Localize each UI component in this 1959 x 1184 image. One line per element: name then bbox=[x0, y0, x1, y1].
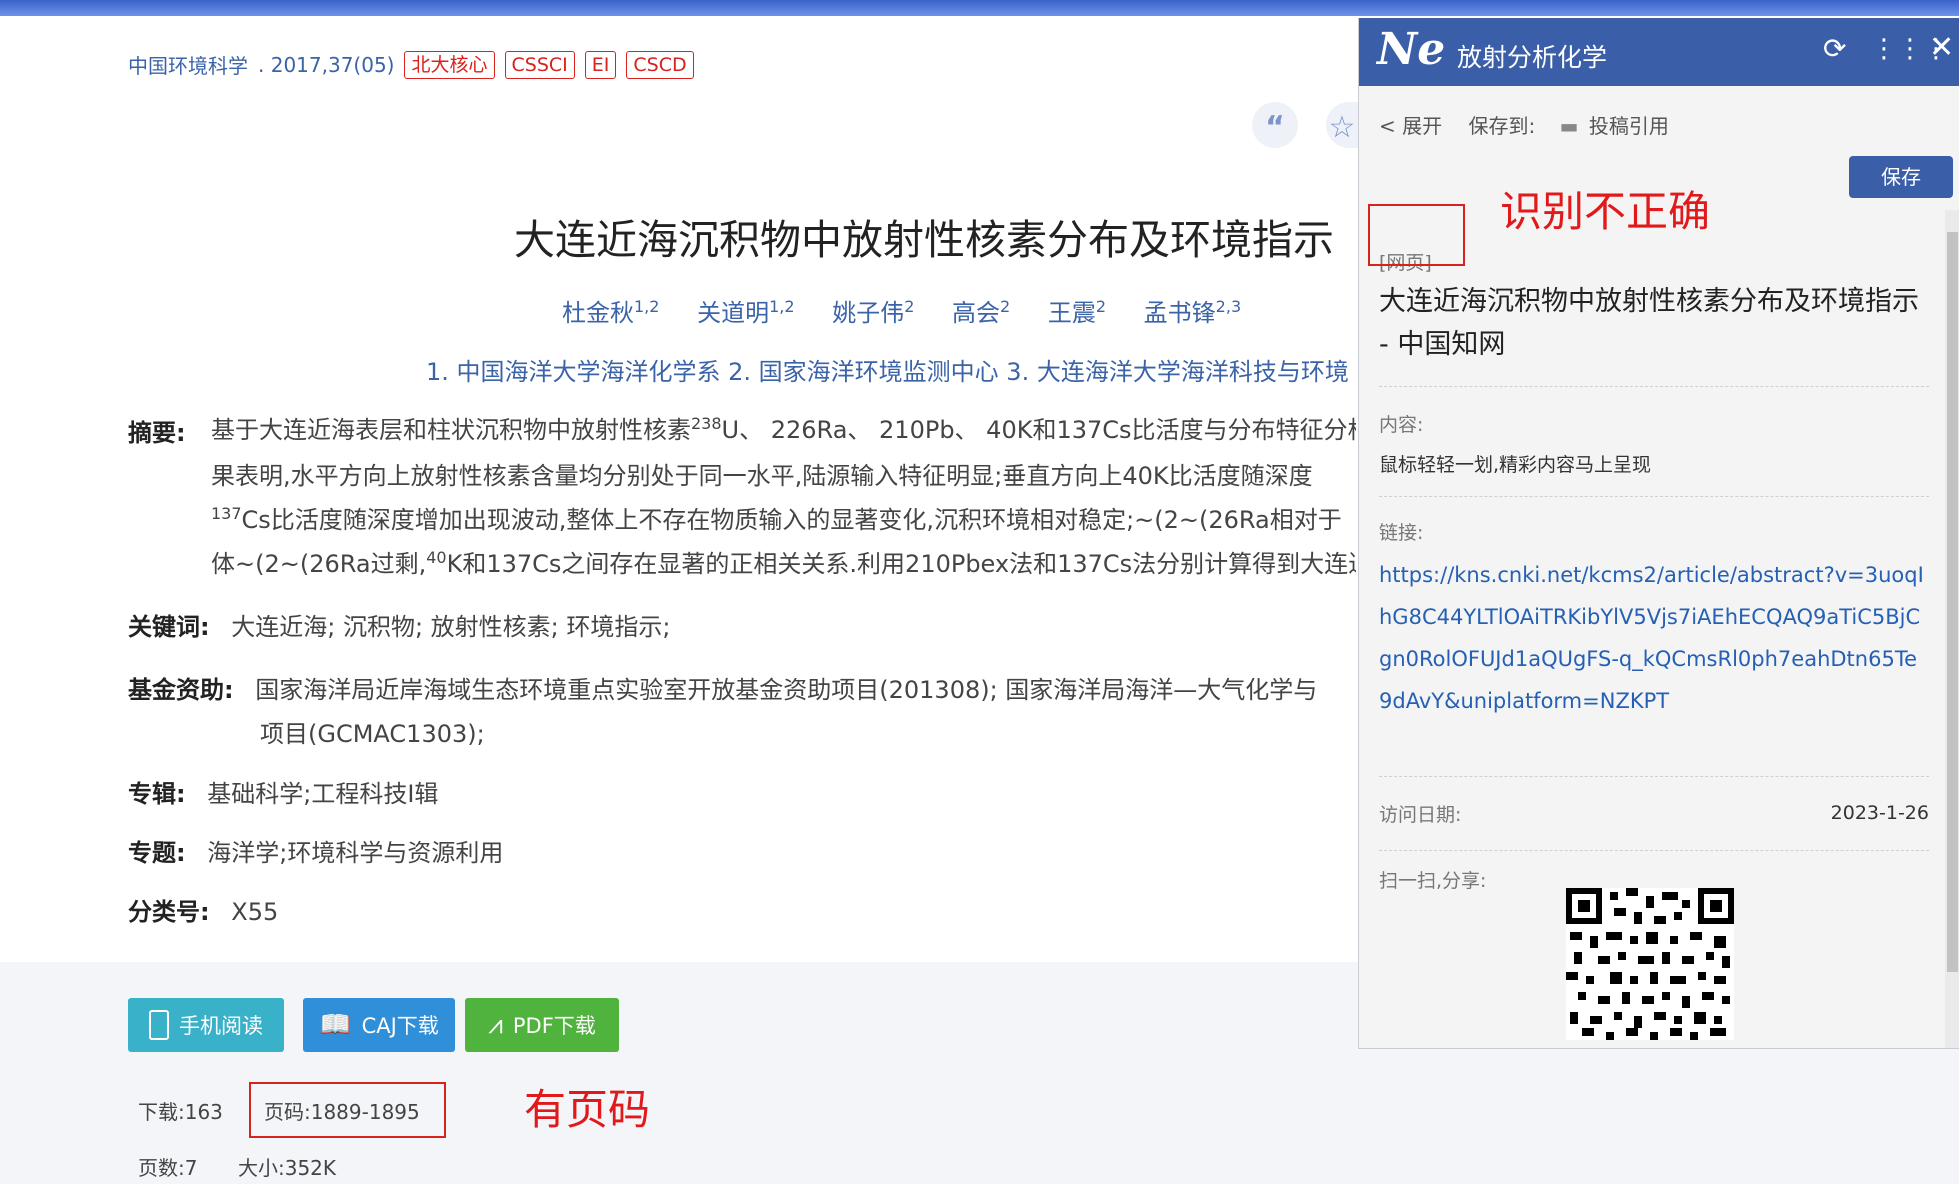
cite-quote-icon[interactable]: “ bbox=[1252, 102, 1298, 148]
panel-header: Ne 放射分析化学 ⟳ ⋮⋮⋮ ✕ bbox=[1359, 18, 1959, 86]
divider bbox=[1379, 386, 1929, 387]
tag-cssci: CSSCI bbox=[504, 50, 575, 79]
panel-toolbar: < 展开 保存到: ▬ 投稿引用 bbox=[1379, 110, 1669, 139]
content-text: 鼠标轻轻一划,精彩内容马上呈现 bbox=[1379, 454, 1652, 476]
save-to-label: 保存到: bbox=[1468, 114, 1536, 138]
panel-scrollbar[interactable] bbox=[1945, 210, 1959, 1048]
library-name: 放射分析化学 bbox=[1457, 43, 1608, 72]
type-tag-highlight-box bbox=[1368, 204, 1465, 266]
article-title: 大连近海沉积物中放射性核素分布及环境指示 bbox=[514, 216, 1334, 264]
folder-icon: ▬ bbox=[1559, 114, 1579, 138]
share-qr-code bbox=[1566, 888, 1734, 1040]
author-list: 杜金秋1,2 关道明1,2 姚子伟2 高会2 王震2 孟书锋2,3 bbox=[562, 293, 1271, 328]
album-value: 基础科学;工程科技Ⅰ辑 bbox=[207, 780, 439, 808]
share-label: 扫一扫,分享: bbox=[1379, 870, 1487, 892]
ne-logo: Ne bbox=[1377, 24, 1446, 75]
page-count: 页数:7 bbox=[138, 1156, 198, 1180]
mobile-read-button[interactable]: 手机阅读 bbox=[128, 998, 284, 1052]
folder-select[interactable]: 投稿引用 bbox=[1589, 114, 1669, 138]
class-row: 分类号: X55 bbox=[128, 892, 278, 927]
album-label: 专辑: bbox=[128, 780, 186, 808]
divider bbox=[1379, 850, 1929, 851]
class-label: 分类号: bbox=[128, 898, 210, 926]
class-value: X55 bbox=[231, 898, 279, 926]
keywords-links[interactable]: 大连近海; 沉积物; 放射性核素; 环境指示; bbox=[231, 613, 670, 641]
book-icon: 📖 bbox=[319, 1010, 352, 1040]
divider bbox=[1379, 496, 1929, 497]
topic-label: 专题: bbox=[128, 839, 186, 867]
author-link[interactable]: 高会2 bbox=[952, 297, 1010, 327]
pdf-download-button[interactable]: ⩘ PDF下载 bbox=[465, 998, 619, 1052]
keywords-row: 关键词: 大连近海; 沉积物; 放射性核素; 环境指示; bbox=[128, 607, 670, 642]
journal-info: 中国环境科学 . 2017,37(05) 北大核心 CSSCI EI CSCD bbox=[128, 50, 694, 79]
journal-name-link[interactable]: 中国环境科学 bbox=[128, 50, 248, 79]
scroll-thumb[interactable] bbox=[1947, 232, 1958, 972]
save-button[interactable]: 保存 bbox=[1849, 156, 1953, 198]
page-range-highlight-box bbox=[249, 1082, 446, 1138]
has-page-annotation: 有页码 bbox=[524, 1085, 651, 1134]
tag-ei: EI bbox=[584, 50, 617, 79]
content-label: 内容: bbox=[1379, 414, 1424, 436]
author-link[interactable]: 杜金秋1,2 bbox=[562, 297, 659, 327]
journal-issue-link[interactable]: . 2017,37(05) bbox=[258, 53, 394, 77]
author-link[interactable]: 王震2 bbox=[1048, 297, 1106, 327]
fund-row: 基金资助: 国家海洋局近岸海域生态环境重点实验室开放基金资助项目(201308)… bbox=[128, 670, 1356, 705]
topic-row: 专题: 海洋学;环境科学与资源利用 bbox=[128, 833, 503, 868]
tag-cscd: CSCD bbox=[626, 50, 694, 79]
entry-link[interactable]: https://kns.cnki.net/kcms2/article/abstr… bbox=[1379, 554, 1929, 722]
album-row: 专辑: 基础科学;工程科技Ⅰ辑 bbox=[128, 774, 438, 809]
browser-top-bar bbox=[0, 0, 1959, 16]
abstract-line-4: 体~(2~(26Ra过剩,40K和137Cs之间存在显著的正相关关系.利用210… bbox=[211, 548, 1356, 578]
entry-title: 大连近海沉积物中放射性核素分布及环境指示 - 中国知网 bbox=[1379, 286, 1919, 360]
note-express-panel: Ne 放射分析化学 ⟳ ⋮⋮⋮ ✕ < 展开 保存到: ▬ 投稿引用 保存 [网… bbox=[1358, 18, 1959, 1049]
author-link[interactable]: 孟书锋2,3 bbox=[1144, 297, 1241, 327]
wrong-recognition-annotation: 识别不正确 bbox=[1500, 187, 1711, 236]
date-label: 访问日期: bbox=[1379, 804, 1462, 826]
link-label: 链接: bbox=[1379, 522, 1424, 544]
caj-download-button[interactable]: 📖 CAJ下载 bbox=[303, 998, 455, 1052]
pdf-icon: ⩘ bbox=[488, 1009, 503, 1040]
fund-text-line2: 项目(GCMAC1303); bbox=[260, 720, 485, 748]
fund-label: 基金资助: bbox=[128, 676, 234, 704]
file-size: 大小:352K bbox=[238, 1156, 337, 1180]
author-link[interactable]: 关道明1,2 bbox=[697, 297, 794, 327]
abstract-line-1: 基于大连近海表层和柱状沉积物中放射性核素238U、 226Ra、 210Pb、 … bbox=[211, 414, 1356, 444]
close-icon[interactable]: ✕ bbox=[1929, 30, 1954, 65]
refresh-icon[interactable]: ⟳ bbox=[1823, 32, 1846, 65]
download-count: 下载:163 bbox=[138, 1100, 223, 1124]
topic-value: 海洋学;环境科学与资源利用 bbox=[207, 839, 504, 867]
access-date: 2023-1-26 bbox=[1830, 802, 1929, 824]
tag-pku-core: 北大核心 bbox=[404, 50, 495, 79]
abstract-label: 摘要: bbox=[128, 419, 186, 447]
affiliations[interactable]: 1. 中国海洋大学海洋化学系 2. 国家海洋环境监测中心 3. 大连海洋大学海洋… bbox=[426, 352, 1356, 387]
abstract-line-3: 137Cs比活度随深度增加出现波动,整体上不存在物质输入的显著变化,沉积环境相对… bbox=[211, 504, 1342, 534]
keywords-label: 关键词: bbox=[128, 613, 210, 641]
phone-icon bbox=[149, 1010, 169, 1040]
expand-link[interactable]: < 展开 bbox=[1379, 114, 1442, 138]
author-link[interactable]: 姚子伟2 bbox=[832, 297, 914, 327]
divider bbox=[1379, 776, 1929, 777]
favorite-star-icon[interactable]: ☆ bbox=[1326, 102, 1358, 148]
abstract-line-2: 果表明,水平方向上放射性核素含量均分别处于同一水平,陆源输入特征明显;垂直方向上… bbox=[211, 462, 1313, 490]
fund-text[interactable]: 国家海洋局近岸海域生态环境重点实验室开放基金资助项目(201308); 国家海洋… bbox=[255, 676, 1317, 704]
